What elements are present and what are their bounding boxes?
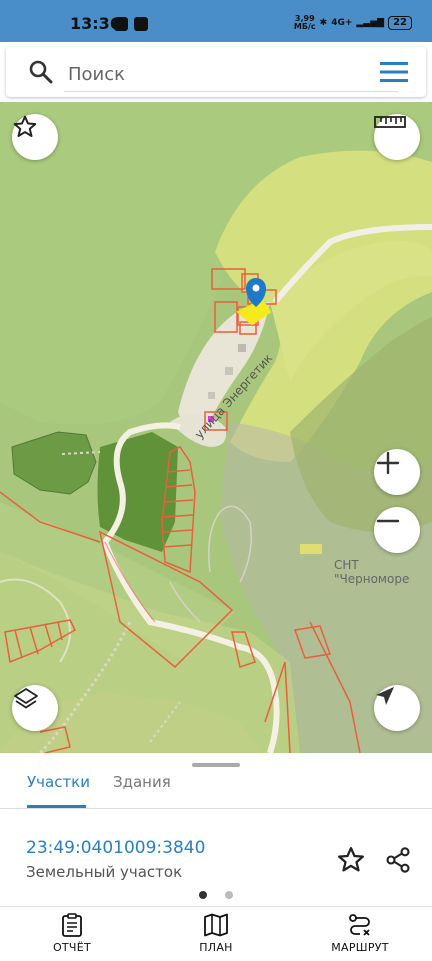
nav-route-label: МАРШРУТ bbox=[331, 941, 389, 954]
search-icon[interactable] bbox=[28, 59, 54, 85]
layers-button[interactable] bbox=[12, 685, 58, 731]
notification-icons bbox=[114, 17, 148, 31]
nav-route[interactable]: МАРШРУТ bbox=[305, 913, 415, 954]
nav-report[interactable]: ОТЧЁТ bbox=[17, 913, 127, 954]
notification-icon bbox=[134, 17, 148, 31]
pager-dot[interactable] bbox=[225, 891, 233, 899]
search-input[interactable] bbox=[64, 57, 398, 92]
nav-plan[interactable]: ПЛАН bbox=[161, 913, 271, 954]
parcel-sheet: Участки Здания 23:49:0401009:3840 Земель… bbox=[0, 753, 432, 906]
star-icon bbox=[13, 115, 37, 137]
navigation-arrow-icon bbox=[376, 687, 394, 705]
notification-icon bbox=[114, 17, 128, 31]
map-view[interactable]: улица Энергетик СНТ "Черноморе bbox=[0, 102, 432, 753]
layers-icon bbox=[14, 688, 38, 709]
cadastral-number[interactable]: 23:49:0401009:3840 bbox=[26, 838, 205, 858]
status-indicators: 3,99 МБ/с ✱ 4G+ ▂▃▅▇ 22 bbox=[294, 15, 412, 31]
pager-dot-active[interactable] bbox=[199, 891, 207, 899]
route-icon bbox=[349, 914, 370, 936]
menu-icon[interactable] bbox=[380, 61, 408, 83]
divider bbox=[0, 808, 432, 809]
bluetooth-icon: ✱ bbox=[319, 18, 328, 28]
star-icon[interactable] bbox=[336, 845, 366, 875]
search-bar bbox=[6, 47, 426, 97]
locate-button[interactable] bbox=[374, 685, 420, 731]
ruler-icon bbox=[374, 116, 406, 128]
network-type: 4G+ bbox=[331, 18, 353, 28]
nav-plan-label: ПЛАН bbox=[199, 941, 233, 954]
nav-report-label: ОТЧЁТ bbox=[52, 941, 92, 954]
battery-level: 22 bbox=[388, 16, 412, 30]
zoom-in-button[interactable] bbox=[374, 449, 420, 495]
area-label: СНТ "Черноморе bbox=[334, 558, 410, 586]
tab-parcels[interactable]: Участки bbox=[27, 773, 90, 791]
status-bar: 13:36 3,99 МБ/с ✱ 4G+ ▂▃▅▇ 22 bbox=[0, 0, 432, 42]
map-canvas[interactable] bbox=[0, 102, 432, 753]
minus-icon bbox=[376, 519, 400, 523]
tab-buildings[interactable]: Здания bbox=[113, 773, 171, 791]
parcel-type: Земельный участок bbox=[26, 863, 183, 881]
zoom-out-button[interactable] bbox=[374, 507, 420, 553]
bottom-navigation: ОТЧЁТ ПЛАН МАРШРУТ bbox=[0, 906, 432, 961]
map-icon bbox=[204, 913, 228, 937]
favorite-button[interactable] bbox=[12, 114, 58, 160]
ruler-button[interactable] bbox=[374, 114, 420, 160]
plus-icon bbox=[376, 451, 400, 475]
signal-icon: ▂▃▅▇ bbox=[356, 18, 385, 28]
clipboard-icon bbox=[62, 913, 82, 937]
share-icon[interactable] bbox=[384, 845, 412, 875]
network-speed: 3,99 МБ/с bbox=[293, 14, 316, 31]
sheet-drag-handle[interactable] bbox=[192, 763, 240, 767]
